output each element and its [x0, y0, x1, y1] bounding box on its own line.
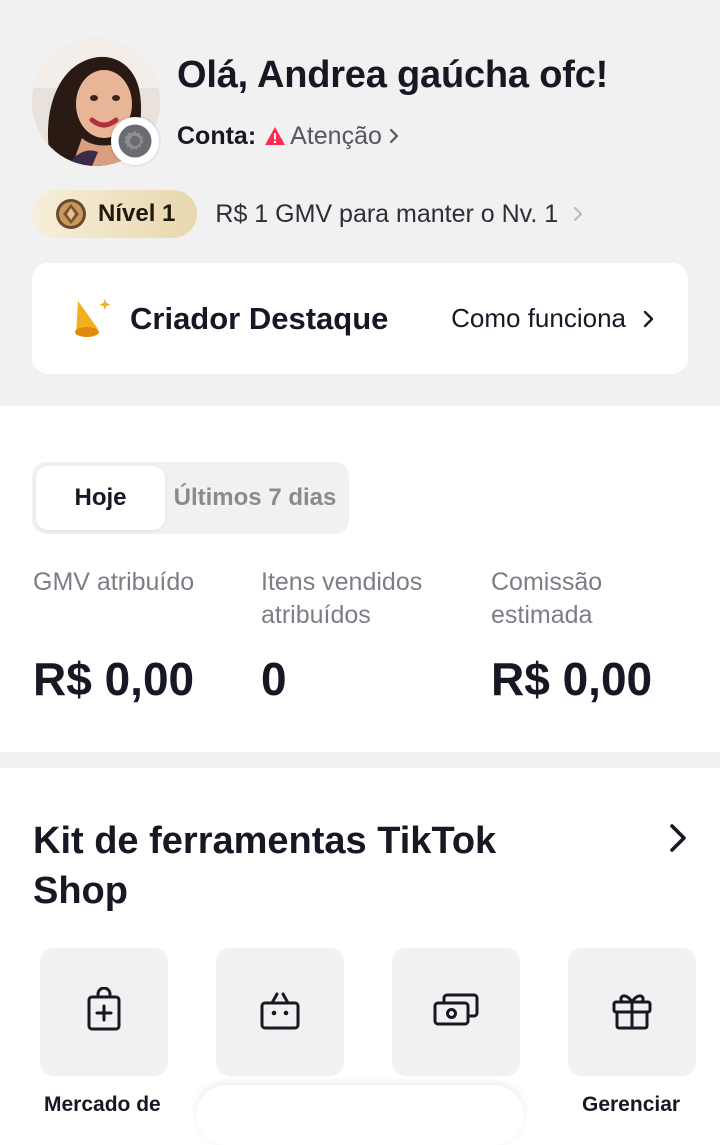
gear-icon[interactable]	[111, 117, 159, 165]
metric-value: 0	[261, 653, 287, 705]
metric-value: R$ 0,00	[33, 653, 195, 705]
tab-last-7-days[interactable]: Últimos 7 dias	[165, 466, 345, 530]
account-label: Conta:	[177, 121, 257, 150]
level-row[interactable]: Nível 1 R$ 1 GMV para manter o Nv. 1	[32, 190, 584, 238]
metric-value: R$ 0,00	[491, 653, 653, 705]
chevron-right-icon	[388, 127, 400, 145]
toolkit-section: Kit de ferramentas TikTok Shop Mercado d…	[0, 768, 720, 1116]
tab-today[interactable]: Hoje	[36, 466, 165, 530]
tool-label: Mercado de	[44, 1093, 161, 1116]
chevron-right-icon	[642, 308, 656, 330]
profile-header: Olá, Andrea gaúcha ofc! Conta: Atenção N…	[0, 0, 720, 406]
account-status-row[interactable]: Conta: Atenção	[177, 119, 400, 153]
metric-gmv: GMV atribuído R$ 0,00	[33, 566, 248, 705]
floating-action-bar[interactable]	[196, 1085, 524, 1145]
level-requirement-text: R$ 1 GMV para manter o Nv. 1	[215, 199, 559, 228]
level-badge[interactable]: Nível 1	[32, 190, 198, 238]
medal-icon	[54, 197, 88, 231]
how-it-works-link[interactable]: Como funciona	[451, 303, 656, 334]
performance-stats: Hoje Últimos 7 dias GMV atribuído R$ 0,0…	[0, 406, 720, 752]
level-label: Nível 1	[98, 200, 176, 227]
bag-plus-icon	[84, 986, 124, 1038]
tool-marketplace[interactable]	[40, 948, 168, 1076]
tool-shop[interactable]	[216, 948, 344, 1076]
featured-creator-card[interactable]: Criador Destaque Como funciona	[32, 263, 688, 374]
cash-icon	[432, 992, 480, 1033]
account-status-text: Atenção	[290, 121, 382, 150]
metric-commission: Comissão estimada R$ 0,00	[491, 566, 706, 705]
warning-icon	[264, 126, 286, 146]
spotlight-icon	[72, 297, 112, 341]
tool-label: Gerenciar	[582, 1093, 681, 1116]
metric-items-sold: Itens vendidos atribuídos 0	[261, 566, 476, 705]
tool-earnings[interactable]	[392, 948, 520, 1076]
chevron-right-icon	[572, 205, 584, 223]
toolkit-title: Kit de ferramentas TikTok Shop	[33, 820, 497, 912]
metric-label: Comissão estimada	[491, 568, 603, 629]
section-divider	[0, 752, 720, 768]
tool-manage-samples[interactable]	[568, 948, 696, 1076]
gift-icon	[610, 988, 654, 1037]
period-selector: Hoje Últimos 7 dias	[32, 462, 349, 534]
greeting-title: Olá, Andrea gaúcha ofc!	[177, 54, 609, 96]
shopping-basket-icon	[258, 988, 302, 1037]
metric-label: GMV atribuído	[33, 568, 195, 596]
chevron-right-icon[interactable]	[664, 820, 692, 856]
metric-label: Itens vendidos atribuídos	[261, 568, 423, 629]
how-it-works-label: Como funciona	[451, 303, 626, 333]
account-status-link[interactable]: Atenção	[264, 122, 400, 151]
featured-creator-title: Criador Destaque	[130, 300, 389, 336]
